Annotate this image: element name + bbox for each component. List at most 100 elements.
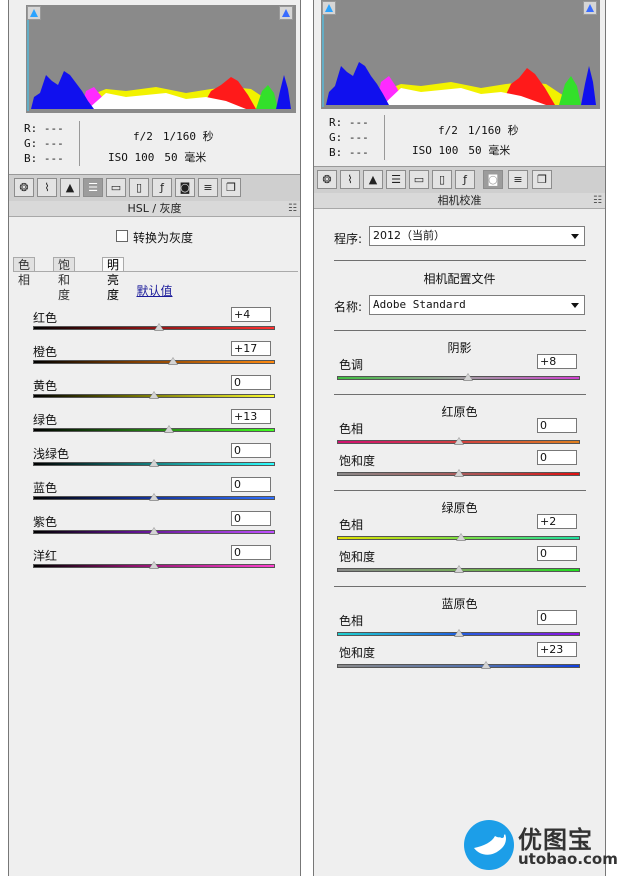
slider-thumb[interactable] xyxy=(453,437,464,445)
highlight-clipping-toggle[interactable] xyxy=(279,6,293,20)
exif-shutter: 1/160 秒 xyxy=(162,130,214,143)
shadow-clipping-toggle[interactable] xyxy=(27,6,41,20)
slider-thumb[interactable] xyxy=(163,425,174,433)
slider-thumb[interactable] xyxy=(453,629,464,637)
presets-icon[interactable]: ≡ xyxy=(198,178,218,197)
triangle-up-icon xyxy=(586,4,594,12)
camera-calibration-icon[interactable]: ◙ xyxy=(175,178,195,197)
tabs-divider xyxy=(13,271,298,272)
panel-header: 相机校准 ☷ xyxy=(314,193,605,209)
slider-value-input[interactable]: +13 xyxy=(231,409,271,424)
lens-corrections-icon[interactable]: ▯ xyxy=(432,170,452,189)
detail-icon[interactable]: ▲ xyxy=(363,170,383,189)
histogram-graph xyxy=(27,7,291,111)
slider-thumb[interactable] xyxy=(149,527,159,535)
effects-icon[interactable]: ƒ xyxy=(152,178,172,197)
tone-curve-icon[interactable]: ⌇ xyxy=(340,170,360,189)
slider-label: 色相 xyxy=(339,614,364,628)
default-link[interactable]: 默认值 xyxy=(9,282,300,299)
chevron-down-icon xyxy=(571,234,579,239)
slider-value-input[interactable]: 0 xyxy=(231,511,271,526)
slider-thumb[interactable] xyxy=(481,661,492,669)
snapshots-icon[interactable]: ❐ xyxy=(221,178,241,197)
section-divider xyxy=(334,330,586,331)
readout-divider xyxy=(384,115,385,160)
detail-icon[interactable]: ▲ xyxy=(60,178,80,197)
slider-value-input[interactable]: +2 xyxy=(537,514,577,529)
slider-thumb[interactable] xyxy=(453,469,464,477)
slider-value-input[interactable]: +17 xyxy=(231,341,271,356)
process-select[interactable]: 2012（当前） xyxy=(369,226,585,246)
grayscale-label: 转换为灰度 xyxy=(133,231,194,245)
exif-line-1: f/2 1/160 秒 xyxy=(438,122,529,138)
section-divider xyxy=(334,394,586,395)
slider-value-input[interactable]: +8 xyxy=(537,354,577,369)
slider-thumb[interactable] xyxy=(455,533,466,541)
effects-icon[interactable]: ƒ xyxy=(455,170,475,189)
aperture-icon[interactable]: ❂ xyxy=(14,178,34,197)
slider-value-input[interactable]: 0 xyxy=(231,545,271,560)
chevron-down-icon xyxy=(571,303,579,308)
slider-track[interactable] xyxy=(33,428,275,432)
section-divider xyxy=(334,586,586,587)
rgb-readout: R: --- G: --- B: --- xyxy=(329,115,369,160)
slider-value-input[interactable]: 0 xyxy=(537,610,577,625)
histogram-blue-right xyxy=(581,66,596,105)
readout-b: B: --- xyxy=(24,152,64,165)
split-toning-icon[interactable]: ▭ xyxy=(106,178,126,197)
slider-label: 色相 xyxy=(339,518,364,532)
slider-thumb[interactable] xyxy=(453,565,464,573)
tone-curve-icon[interactable]: ⌇ xyxy=(37,178,57,197)
grayscale-checkbox[interactable] xyxy=(116,230,128,242)
slider-value-input[interactable]: +23 xyxy=(537,642,577,657)
panel-menu-icon[interactable]: ☷ xyxy=(593,193,602,208)
histogram xyxy=(26,5,296,113)
camera-calibration-panel: R: --- G: --- B: --- f/2 1/160 秒 ISO 100 5… xyxy=(313,0,606,876)
exif-focal: 50 毫米 xyxy=(468,144,511,157)
slider-track[interactable] xyxy=(337,376,580,380)
tab-luminance[interactable]: 明亮度 xyxy=(102,257,125,302)
slider-track[interactable] xyxy=(33,360,275,364)
slider-label: 红色 xyxy=(33,311,58,325)
hsl-icon[interactable]: ☰ xyxy=(83,178,103,197)
slider-thumb[interactable] xyxy=(168,357,179,365)
panel-header: HSL / 灰度 ☷ xyxy=(9,201,300,217)
slider-thumb[interactable] xyxy=(149,493,159,501)
exif-iso: ISO 100 xyxy=(108,151,155,164)
histogram-graph xyxy=(322,2,596,107)
slider-value-input[interactable]: 0 xyxy=(537,546,577,561)
presets-icon[interactable]: ≡ xyxy=(508,170,528,189)
slider-thumb[interactable] xyxy=(149,561,159,569)
slider-value-input[interactable]: 0 xyxy=(231,375,271,390)
readout-r: R: --- xyxy=(24,122,64,135)
histogram-blue xyxy=(326,62,389,105)
slider-value-input[interactable]: 0 xyxy=(537,450,577,465)
slider-value-input[interactable]: 0 xyxy=(537,418,577,433)
tab-hue[interactable]: 色相 xyxy=(13,257,36,287)
shadow-clipping-toggle[interactable] xyxy=(322,1,336,15)
tab-saturation[interactable]: 饱和度 xyxy=(53,257,76,302)
slider-value-input[interactable]: 0 xyxy=(231,477,271,492)
slider-label: 黄色 xyxy=(33,379,58,393)
hsl-icon[interactable]: ☰ xyxy=(386,170,406,189)
panel-menu-icon[interactable]: ☷ xyxy=(288,201,297,216)
section-divider xyxy=(334,490,586,491)
slider-value-input[interactable]: +4 xyxy=(231,307,271,322)
triangle-up-icon xyxy=(325,4,333,12)
triangle-up-icon xyxy=(30,9,38,17)
profile-select[interactable]: Adobe Standard xyxy=(369,295,585,315)
highlight-clipping-toggle[interactable] xyxy=(583,1,597,15)
histogram-blue xyxy=(31,71,94,109)
aperture-icon[interactable]: ❂ xyxy=(317,170,337,189)
camera-calibration-icon[interactable]: ◙ xyxy=(483,170,503,189)
slider-thumb[interactable] xyxy=(463,373,474,381)
slider-thumb[interactable] xyxy=(153,323,164,331)
lens-corrections-icon[interactable]: ▯ xyxy=(129,178,149,197)
slider-track[interactable] xyxy=(337,664,580,668)
slider-value-input[interactable]: 0 xyxy=(231,443,271,458)
slider-thumb[interactable] xyxy=(149,391,159,399)
split-toning-icon[interactable]: ▭ xyxy=(409,170,429,189)
slider-thumb[interactable] xyxy=(149,459,159,467)
section-divider xyxy=(334,260,586,261)
snapshots-icon[interactable]: ❐ xyxy=(532,170,552,189)
